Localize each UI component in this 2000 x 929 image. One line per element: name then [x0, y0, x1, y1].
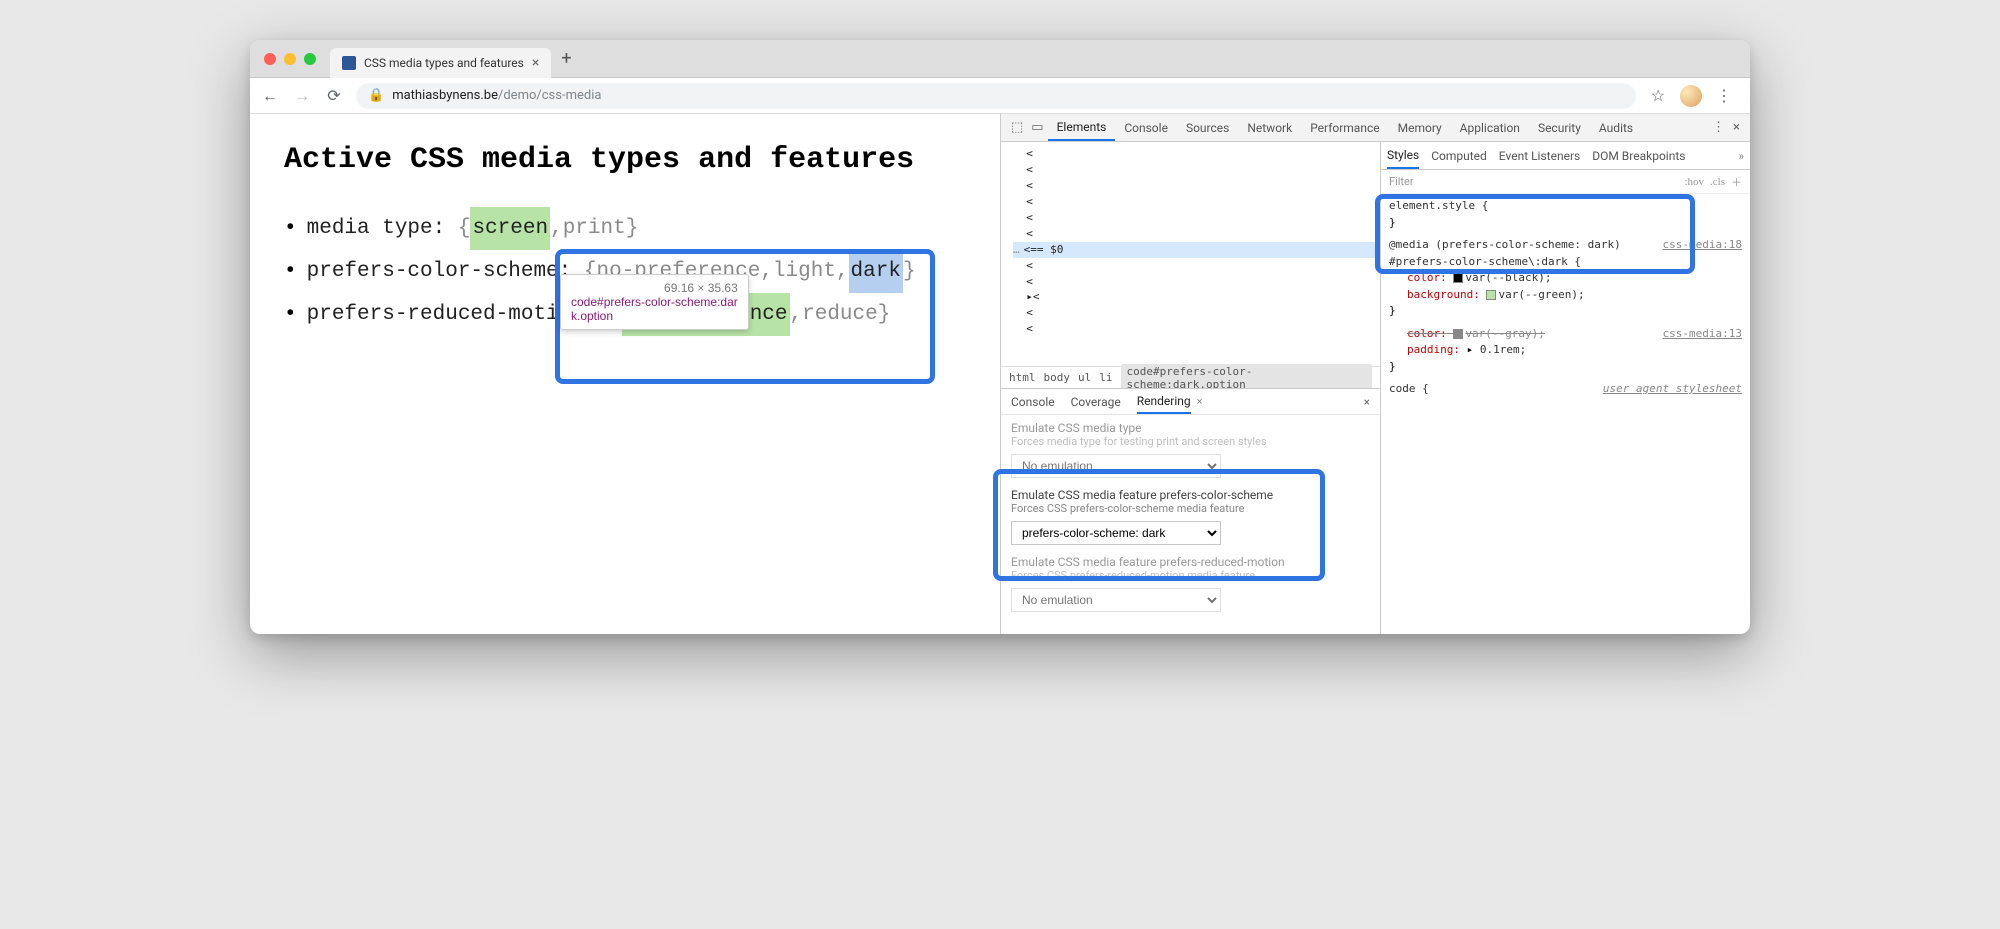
browser-window: CSS media types and features × + ← → ⟳ 🔒…	[250, 40, 1750, 634]
drawer-tab-console[interactable]: Console	[1011, 395, 1055, 409]
tab-memory[interactable]: Memory	[1389, 114, 1451, 141]
drawer-tab-rendering[interactable]: Rendering	[1137, 389, 1191, 414]
window-controls	[250, 53, 330, 65]
styles-tab-event-listeners[interactable]: Event Listeners	[1499, 149, 1580, 163]
tab-security[interactable]: Security	[1529, 114, 1590, 141]
reload-button[interactable]: ⟳	[324, 86, 344, 105]
selected-element-dark: dark	[849, 250, 903, 293]
devtools: ⬚ ▭ Elements Console Sources Network Per…	[1000, 114, 1750, 634]
tab-sources[interactable]: Sources	[1177, 114, 1238, 141]
devtools-menu-icon[interactable]: ⋮	[1708, 120, 1729, 135]
device-toggle-icon[interactable]: ▭	[1027, 120, 1047, 135]
source-link-3: user agent stylesheet	[1603, 381, 1742, 398]
annotation-highlight-drawer	[993, 469, 1325, 581]
favicon-icon	[342, 56, 356, 70]
page-content: Active CSS media types and features • me…	[250, 114, 1000, 634]
add-rule-icon[interactable]: ＋	[1731, 174, 1742, 190]
dom-breadcrumb[interactable]: html body ul li code#prefers-color-schem…	[1001, 366, 1380, 388]
inspect-icon[interactable]: ⬚	[1007, 120, 1027, 135]
hov-toggle[interactable]: :hov	[1684, 176, 1704, 188]
inspect-tooltip: 69.16 × 35.63 code#prefers-color-scheme:…	[560, 274, 749, 330]
media-type-row: • media type: {screen, print}	[284, 207, 966, 250]
drawer-tab-coverage[interactable]: Coverage	[1071, 395, 1121, 409]
dom-tree[interactable]: < < < < < <…<== $0 < < ▸< < <	[1001, 142, 1380, 366]
lock-icon: 🔒	[368, 88, 384, 103]
bookmark-star-icon[interactable]: ☆	[1648, 86, 1668, 105]
tab-application[interactable]: Application	[1451, 114, 1529, 141]
devtools-tabs: ⬚ ▭ Elements Console Sources Network Per…	[1001, 114, 1750, 142]
annotation-highlight-styles	[1375, 194, 1695, 274]
overflow-menu-icon[interactable]: ⋮	[1714, 86, 1734, 105]
forward-button[interactable]: →	[292, 86, 312, 106]
address-bar[interactable]: 🔒 mathiasbynens.be/demo/css-media	[356, 83, 1636, 109]
cls-toggle[interactable]: .cls	[1710, 176, 1725, 188]
close-tab-icon[interactable]: ×	[532, 55, 539, 71]
titlebar: CSS media types and features × +	[250, 40, 1750, 78]
close-window-button[interactable]	[264, 53, 276, 65]
tab-elements[interactable]: Elements	[1048, 114, 1116, 141]
tab-title: CSS media types and features	[364, 56, 524, 70]
styles-filter-input[interactable]: Filter	[1389, 175, 1678, 188]
new-tab-button[interactable]: +	[551, 48, 581, 69]
minimize-window-button[interactable]	[284, 53, 296, 65]
url-text: mathiasbynens.be/demo/css-media	[392, 88, 601, 103]
tab-network[interactable]: Network	[1238, 114, 1301, 141]
tab-audits[interactable]: Audits	[1590, 114, 1642, 141]
drawer-close-icon[interactable]: ×	[1364, 395, 1370, 409]
styles-panel: Styles Computed Event Listeners DOM Brea…	[1380, 142, 1750, 634]
tab-performance[interactable]: Performance	[1301, 114, 1388, 141]
browser-toolbar: ← → ⟳ 🔒 mathiasbynens.be/demo/css-media …	[250, 78, 1750, 114]
browser-tab[interactable]: CSS media types and features ×	[330, 48, 551, 78]
devtools-close-icon[interactable]: ×	[1729, 120, 1744, 135]
back-button[interactable]: ←	[260, 86, 280, 106]
styles-tab-styles[interactable]: Styles	[1387, 142, 1419, 169]
emulate-media-type-title: Emulate CSS media type	[1011, 421, 1370, 435]
page-heading: Active CSS media types and features	[284, 140, 966, 181]
profile-avatar[interactable]	[1680, 85, 1702, 107]
tooltip-dimensions: 69.16 × 35.63	[664, 281, 738, 295]
styles-tab-dom-breakpoints[interactable]: DOM Breakpoints	[1592, 149, 1685, 163]
tooltip-selector-cont: k.option	[571, 309, 738, 323]
emulate-reduced-motion-select[interactable]: No emulation	[1011, 588, 1221, 612]
styles-tab-computed[interactable]: Computed	[1431, 149, 1487, 163]
source-link-2[interactable]: css-media:13	[1663, 326, 1742, 343]
styles-overflow-icon[interactable]: »	[1738, 149, 1744, 163]
tab-console[interactable]: Console	[1115, 114, 1177, 141]
maximize-window-button[interactable]	[304, 53, 316, 65]
devtools-drawer: Console Coverage Rendering × × Emulate C…	[1001, 388, 1380, 634]
